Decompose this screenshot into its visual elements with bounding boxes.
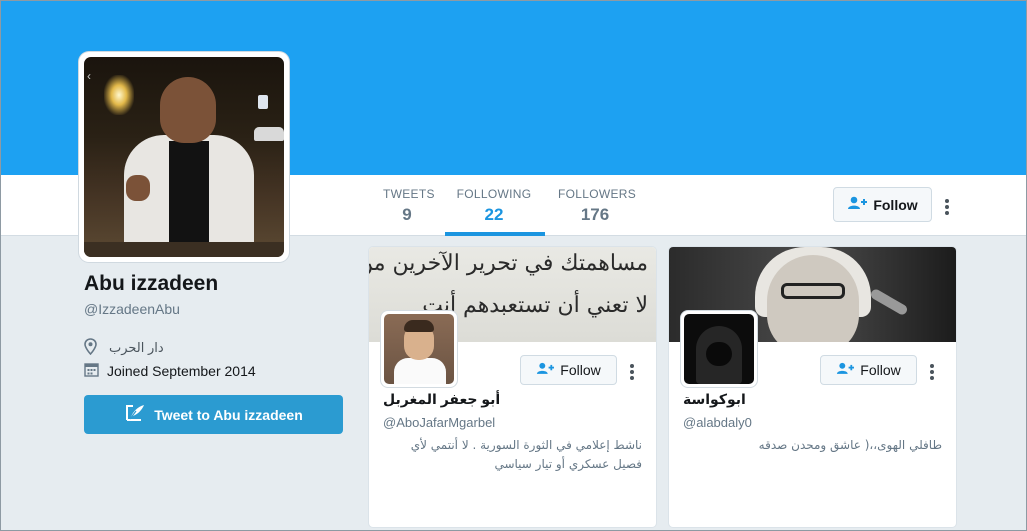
stat-tweets[interactable]: TWEETS 9 xyxy=(383,187,435,225)
user-card-handle[interactable]: @alabdaly0 xyxy=(683,415,752,430)
user-card-follow-label: Follow xyxy=(860,362,901,378)
stat-following[interactable]: FOLLOWING 22 xyxy=(455,187,533,225)
follow-button-label: Follow xyxy=(873,196,918,213)
more-options-icon[interactable] xyxy=(926,361,938,383)
user-card-follow-button[interactable]: Follow xyxy=(520,355,617,385)
user-card-follow-label: Follow xyxy=(560,362,601,378)
banner-text-line1: مساهمتك في تحرير الآخرين من العبودية xyxy=(369,251,648,276)
stat-followers-label: FOLLOWERS xyxy=(558,187,637,201)
follow-button[interactable]: Follow xyxy=(833,187,932,222)
tweet-to-button[interactable]: Tweet to Abu izzadeen xyxy=(84,395,343,434)
user-card-abojafar[interactable]: مساهمتك في تحرير الآخرين من العبودية لا … xyxy=(368,246,657,528)
calendar-icon xyxy=(84,362,99,380)
user-card-avatar[interactable] xyxy=(381,311,457,387)
stat-tweets-value: 9 xyxy=(402,205,412,224)
stat-tweets-label: TWEETS xyxy=(383,187,435,201)
active-tab-indicator xyxy=(445,232,545,236)
follow-person-icon xyxy=(836,362,855,378)
follow-person-icon xyxy=(847,196,868,213)
profile-handle[interactable]: @IzzadeenAbu xyxy=(84,301,180,317)
user-card-handle[interactable]: @AboJafarMgarbel xyxy=(383,415,495,430)
location-pin-icon xyxy=(84,338,97,358)
stat-followers[interactable]: FOLLOWERS 176 xyxy=(558,187,637,225)
tweet-to-button-label: Tweet to Abu izzadeen xyxy=(154,406,303,423)
user-card-name[interactable]: ابوكواسة xyxy=(683,391,746,408)
user-card-avatar[interactable] xyxy=(681,311,757,387)
profile-avatar[interactable]: ‹ xyxy=(79,52,289,262)
compose-icon xyxy=(124,403,146,426)
profile-avatar-photo: ‹ xyxy=(84,57,284,257)
user-card-follow-button[interactable]: Follow xyxy=(820,355,917,385)
profile-joined-date: Joined September 2014 xyxy=(107,363,256,379)
more-options-icon[interactable] xyxy=(941,196,953,218)
profile-location: دار الحرب xyxy=(109,340,164,355)
profile-location-row: دار الحرب xyxy=(84,338,164,358)
user-card-name[interactable]: أبو جعفر المغربل xyxy=(383,391,500,408)
stat-followers-value: 176 xyxy=(580,205,610,224)
stat-following-value: 22 xyxy=(484,205,504,224)
chevron-left-icon: ‹ xyxy=(87,69,91,83)
more-options-icon[interactable] xyxy=(626,361,638,383)
follow-person-icon xyxy=(536,362,555,378)
profile-name: Abu izzadeen xyxy=(84,272,219,295)
user-card-bio: طافلي الهوى،،( عاشق ومحدن صدقه xyxy=(758,438,942,452)
user-card-bio: ناشط إعلامي في الثورة السورية . لا أنتمي… xyxy=(410,438,642,471)
stat-following-label: FOLLOWING xyxy=(456,187,532,201)
profile-joined-row: Joined September 2014 xyxy=(84,362,256,380)
user-card-alabdaly[interactable]: Follow ابوكواسة @alabdaly0 طافلي الهوى،،… xyxy=(668,246,957,528)
